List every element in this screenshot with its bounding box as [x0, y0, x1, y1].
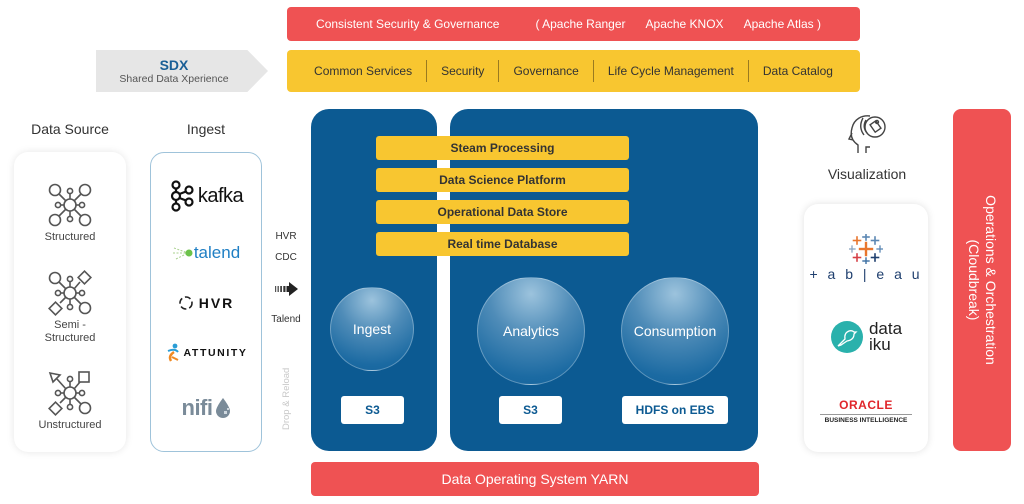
stage-ingest-bubble: Ingest — [330, 287, 414, 371]
operations-line2: (Cloudbreak) — [966, 239, 982, 321]
hvr-wordmark: HVR — [198, 295, 235, 311]
nifi-logo: nifi — [151, 393, 261, 423]
visualization-card: + a b | e a u data iku ORACLE BUSINESS I… — [804, 204, 928, 452]
tableau-wordmark: + a b | e a u — [809, 266, 923, 282]
service-lifecycle-management: Life Cycle Management — [607, 64, 734, 78]
tableau-logo: + a b | e a u — [804, 234, 928, 282]
services-bar: Common Services Security Governance Life… — [287, 50, 860, 92]
service-common-services: Common Services — [314, 64, 413, 78]
visualization-head-icon — [847, 113, 888, 160]
service-governance: Governance — [513, 64, 579, 78]
kafka-wordmark: kafka — [197, 184, 244, 207]
attunity-logo: ATTUNITY — [151, 341, 261, 365]
governance-title: Consistent Security & Governance — [316, 17, 500, 31]
governance-item-atlas: Apache Atlas ) — [743, 17, 821, 31]
ingest-title: Ingest — [186, 121, 226, 137]
semi-structured-network-icon — [48, 270, 92, 316]
oracle-logo: ORACLE BUSINESS INTELLIGENCE — [804, 398, 928, 424]
connector-cdc: CDC — [275, 252, 297, 263]
data-source-unstructured: Unstructured — [14, 370, 126, 432]
tableau-crosses-icon — [849, 234, 883, 264]
connector-talend: Talend — [271, 314, 301, 325]
governance-item-knox: Apache KNOX — [645, 17, 724, 31]
talend-wordmark: talend — [193, 243, 241, 262]
data-source-semi-structured: Semi - Structured — [14, 270, 126, 345]
processing-operational-data-store: Operational Data Store — [376, 200, 629, 224]
talend-spark-icon — [172, 247, 193, 260]
attunity-figure-icon — [167, 343, 179, 362]
hvr-ring-icon — [178, 296, 193, 310]
processing-data-science: Data Science Platform — [376, 168, 629, 192]
processing-realtime-database: Real time Database — [376, 232, 629, 256]
service-security: Security — [441, 64, 485, 78]
structured-network-icon — [48, 183, 92, 227]
stage-analytics-bubble: Analytics — [477, 277, 585, 385]
visualization-title: Visualization — [827, 166, 907, 182]
data-source-label: Unstructured — [38, 419, 102, 431]
service-data-catalog: Data Catalog — [762, 64, 833, 78]
storage-analytics-s3: S3 — [499, 396, 562, 424]
hvr-logo: HVR — [151, 291, 261, 315]
data-source-title: Data Source — [31, 121, 109, 137]
operations-orchestration-bar: Operations & Orchestration (Cloudbreak) — [953, 109, 1011, 451]
kafka-logo: kafka — [151, 179, 261, 213]
storage-ingest-s3: S3 — [341, 396, 404, 424]
sdx-arrow: SDX Shared Data Xperience — [96, 50, 268, 92]
yarn-bar: Data Operating System YARN — [311, 462, 759, 496]
sdx-subtitle: Shared Data Xperience — [119, 72, 229, 85]
connector-hvr: HVR — [275, 231, 297, 242]
oracle-subtitle: BUSINESS INTELLIGENCE — [824, 417, 908, 424]
data-source-structured: Structured — [14, 182, 126, 244]
data-source-label: Semi - Structured — [44, 319, 96, 344]
talend-logo: talend — [151, 239, 261, 267]
attunity-wordmark: ATTUNITY — [183, 347, 248, 359]
dataiku-logo: data iku — [804, 320, 928, 354]
drop-reload-label: Drop & Reload — [281, 367, 292, 430]
governance-bar: Consistent Security & Governance ( Apach… — [287, 7, 860, 41]
dataiku-wordmark: data iku — [868, 320, 902, 354]
dataiku-bird-icon — [830, 321, 863, 353]
ingest-card: kafka talend HVR ATTUNITY nifi — [150, 152, 262, 452]
oracle-wordmark: ORACLE — [839, 398, 893, 412]
unstructured-network-icon — [48, 371, 92, 416]
nifi-wordmark: nifi — [181, 395, 214, 420]
nifi-drop-icon — [215, 398, 230, 418]
processing-stream: Steam Processing — [376, 136, 629, 160]
storage-hdfs-ebs: HDFS on EBS — [622, 396, 728, 424]
sdx-title: SDX — [159, 56, 189, 73]
operations-line1: Operations & Orchestration — [983, 195, 999, 365]
operations-label: Operations & Orchestration (Cloudbreak) — [965, 195, 999, 365]
oracle-divider — [820, 414, 912, 415]
flow-arrow-icon — [275, 282, 299, 301]
data-source-card: Structured Semi - Structured Unstructure… — [14, 152, 126, 452]
data-source-label: Structured — [44, 231, 96, 243]
kafka-icon — [170, 180, 194, 212]
governance-item-ranger: ( Apache Ranger — [535, 17, 626, 31]
dataiku-line2: iku — [868, 335, 891, 354]
stage-consumption-bubble: Consumption — [621, 277, 729, 385]
